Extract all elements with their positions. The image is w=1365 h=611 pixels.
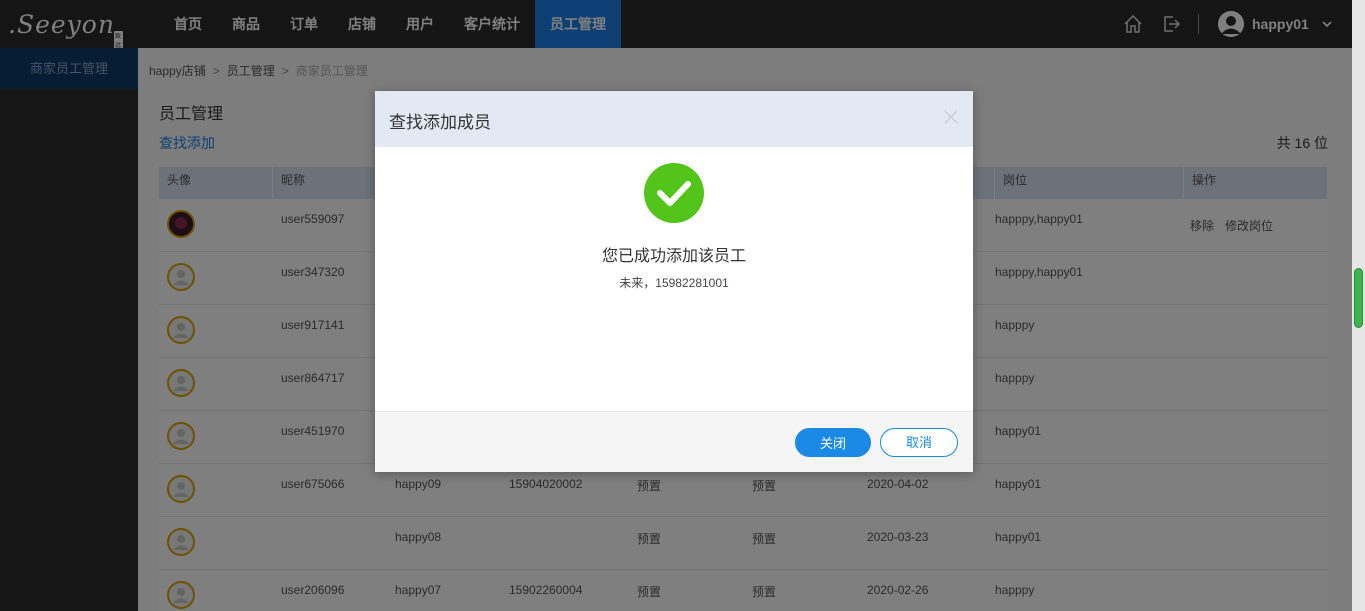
added-member-detail: 未来，15982281001 [619,276,729,290]
add-member-dialog: 查找添加成员 您已成功添加该员工 未来，15982281001 关闭 取消 [375,91,973,472]
dialog-title: 查找添加成员 [389,113,491,132]
checkmark-circle-icon [644,163,704,223]
close-icon[interactable] [943,109,959,125]
dialog-header: 查找添加成员 [375,91,973,147]
close-button[interactable]: 关闭 [795,428,871,457]
success-message: 您已成功添加该员工 [601,248,746,265]
page-scrollbar[interactable] [1352,0,1365,611]
scrollbar-thumb[interactable] [1354,268,1363,328]
cancel-button[interactable]: 取消 [880,428,958,457]
dialog-footer: 关闭 取消 [375,411,973,472]
